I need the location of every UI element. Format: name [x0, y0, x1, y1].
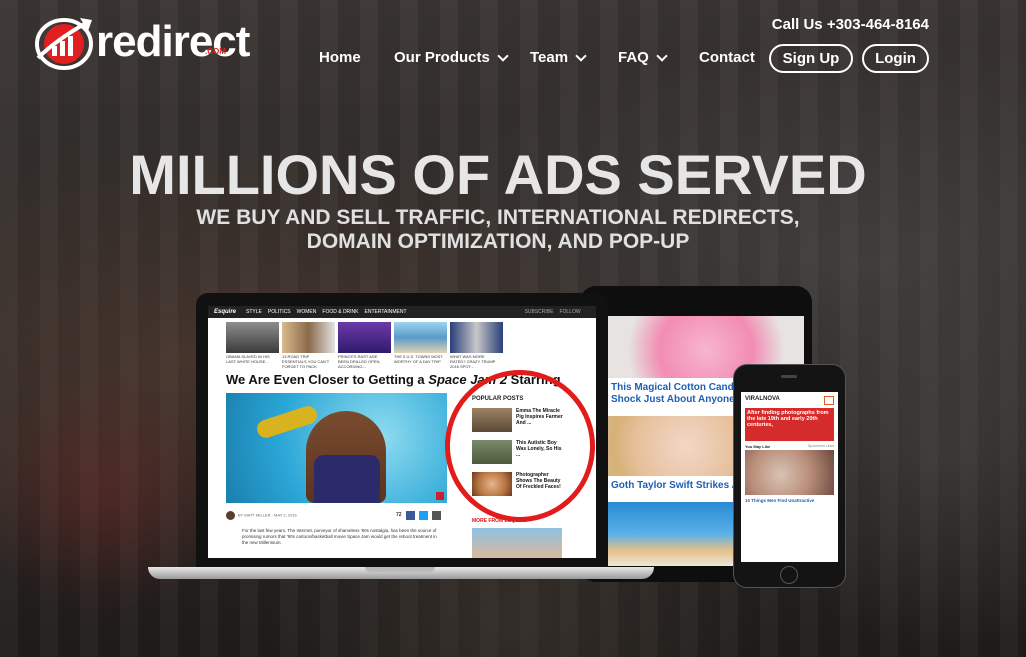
nav-home-label: Home	[319, 49, 361, 66]
sign-up-button[interactable]: Sign Up	[769, 44, 853, 73]
phone-device: VIRALNOVA After finding photographs from…	[733, 364, 846, 588]
menu-icon[interactable]	[824, 396, 834, 405]
phone-face-image	[745, 450, 834, 495]
thumb-image	[226, 322, 279, 353]
nav-contact[interactable]: Contact	[699, 49, 755, 66]
laptop-screen: Esquire STYLE POLITICS WOMEN FOOD & DRIN…	[208, 306, 596, 558]
you-may-like-label: You May Like	[745, 444, 771, 449]
logo-wordmark: redirect	[96, 17, 250, 66]
phone-banner: After finding photographs from the late …	[745, 408, 834, 441]
player-jersey	[314, 455, 380, 503]
author-avatar	[226, 511, 235, 520]
esquire-menu-item: POLITICS	[267, 309, 291, 315]
esquire-menu-item: ENTERTAINMENT	[364, 309, 407, 315]
viralnova-logo: VIRALNOVA	[745, 396, 780, 402]
esquire-subscribe: SUBSCRIBE	[524, 309, 554, 315]
thumb-caption: OBAMA SLAYED IN HIS LAST WHITE HOUSE...	[226, 354, 270, 364]
hero-subtitle-line2: DOMAIN OPTIMIZATION, AND POP-UP	[306, 230, 690, 253]
hero-title: MILLIONS OF ADS SERVED	[129, 143, 867, 206]
twitter-icon[interactable]	[419, 511, 428, 520]
logo-arrow-icon	[32, 14, 94, 70]
esquire-menu-item: FOOD & DRINK	[322, 309, 359, 315]
thumb-image	[394, 322, 447, 353]
nav-team[interactable]: Team	[530, 49, 618, 66]
thumb-caption: PRINCE'S RAST AGE BEEN DRILLED OPEN, ACC…	[338, 354, 381, 369]
esquire-menu-item: WOMEN	[296, 309, 317, 315]
phone-speaker	[781, 375, 797, 378]
hero-subtitle: WE BUY AND SELL TRAFFIC, INTERNATIONAL R…	[0, 206, 996, 254]
logo-suffix: .COM	[205, 47, 226, 56]
nav-faq-label: FAQ	[618, 49, 649, 66]
headline-text: We Are Even Closer to Getting a	[226, 372, 429, 387]
main-nav: Home Our Products Team FAQ Contact	[319, 49, 755, 66]
esquire-thumb-row	[226, 322, 506, 353]
thumb-caption: WHAT WAS MORE RATED? CRAZY TRUMP 2016 SP…	[450, 354, 496, 369]
hero-subtitle-line1: WE BUY AND SELL TRAFFIC, INTERNATIONAL R…	[196, 206, 800, 229]
nav-contact-label: Contact	[699, 49, 755, 66]
esquire-topbar: Esquire STYLE POLITICS WOMEN FOOD & DRIN…	[208, 306, 596, 318]
nav-our-products-label: Our Products	[394, 49, 490, 66]
chevron-down-icon	[656, 49, 668, 62]
esquire-follow: FOLLOW	[559, 309, 581, 315]
nav-our-products[interactable]: Our Products	[394, 49, 530, 66]
esquire-menu-item: STYLE	[246, 309, 262, 315]
more-thumb-image	[472, 528, 562, 558]
thumb-caption: 13 ROAD TRIP ESSENTIALS YOU CAN'T FORGET…	[282, 354, 330, 369]
article-hero-image	[226, 393, 447, 503]
pinterest-icon	[436, 492, 444, 500]
thumb-image	[450, 322, 503, 353]
sponsored-label: Sponsored Links	[807, 444, 834, 448]
login-button[interactable]: Login	[862, 44, 929, 73]
home-button	[780, 566, 798, 584]
chevron-down-icon	[575, 49, 587, 62]
facebook-icon[interactable]	[406, 511, 415, 520]
thumb-image	[338, 322, 391, 353]
laptop-device: Esquire STYLE POLITICS WOMEN FOOD & DRIN…	[196, 293, 608, 568]
chevron-down-icon	[497, 49, 509, 62]
nav-team-label: Team	[530, 49, 569, 66]
byline-text: BY MATT MILLER · MAY 2, 2016	[238, 512, 297, 518]
site-logo[interactable]: redirect	[32, 14, 250, 70]
email-icon[interactable]	[432, 511, 441, 520]
phone-caption[interactable]: 10 Things Men Find Unattractive	[745, 498, 834, 503]
esquire-brand: Esquire	[214, 309, 237, 315]
thumb-image	[282, 322, 335, 353]
thumb-caption: THE 5 U.S. TOWNS MOST WORTHY OF A DAY TR…	[394, 354, 443, 364]
call-us-phone[interactable]: Call Us +303-464-8164	[772, 16, 929, 33]
nav-faq[interactable]: FAQ	[618, 49, 699, 66]
article-body: For the last few years, The Internet, pu…	[242, 528, 437, 545]
share-count: 72	[396, 512, 402, 518]
phone-screen: VIRALNOVA After finding photographs from…	[741, 392, 838, 562]
nav-home[interactable]: Home	[319, 49, 394, 66]
laptop-notch	[365, 567, 435, 572]
